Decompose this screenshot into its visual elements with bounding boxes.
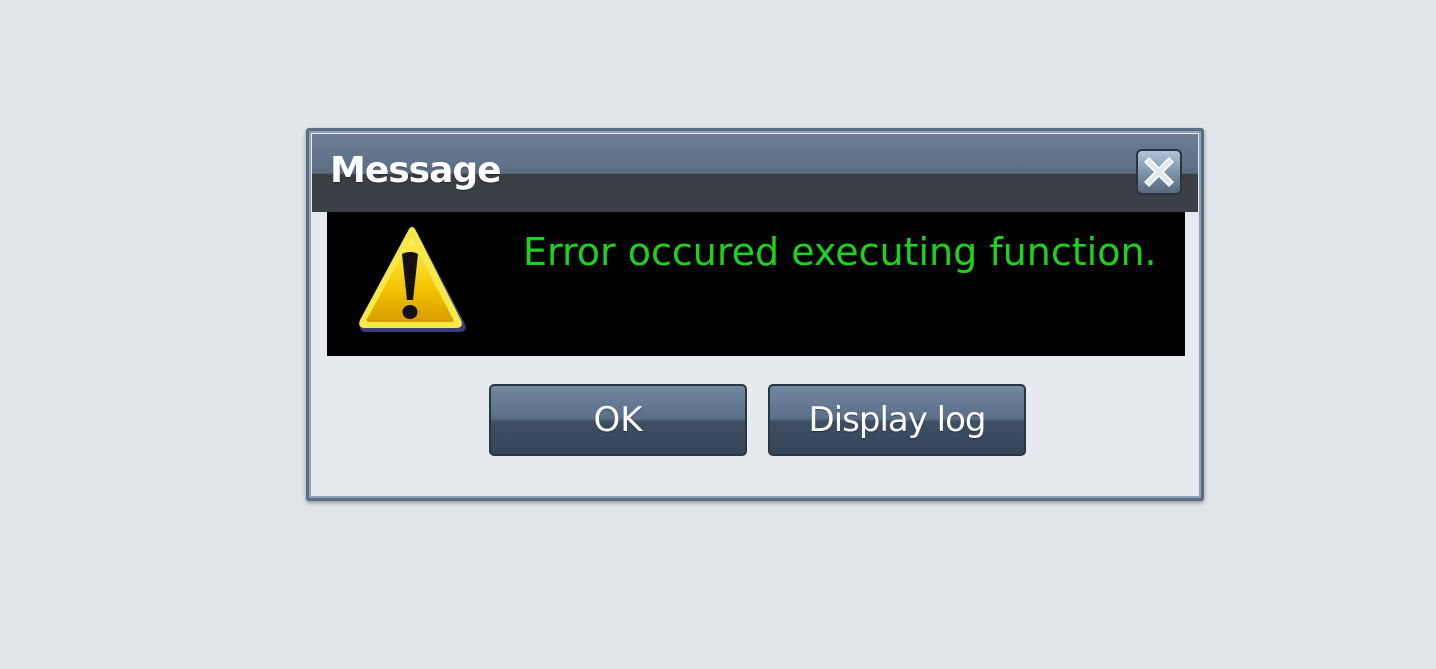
- dialog-title: Message: [330, 150, 502, 191]
- message-area: Error occured executing function.: [327, 212, 1185, 356]
- close-button[interactable]: [1136, 149, 1182, 195]
- ok-button[interactable]: OK: [489, 384, 747, 456]
- warning-icon: [359, 227, 466, 332]
- display-log-button[interactable]: Display log: [768, 384, 1026, 456]
- error-message: Error occured executing function.: [523, 230, 1157, 274]
- message-dialog: Message Error occured executing function…: [306, 128, 1204, 501]
- close-icon: [1144, 157, 1174, 187]
- dialog-titlebar[interactable]: Message: [312, 134, 1198, 212]
